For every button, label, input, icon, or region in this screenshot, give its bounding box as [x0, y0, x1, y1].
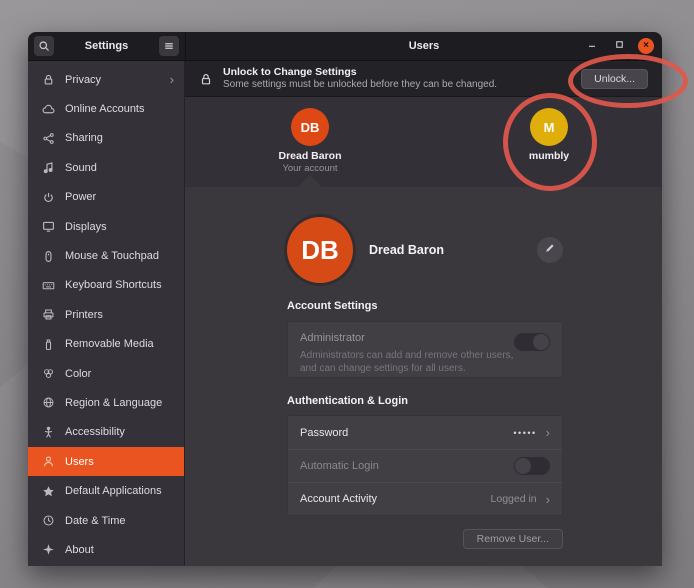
- account-settings-heading: Account Settings: [287, 300, 563, 312]
- user-subtitle: Your account: [268, 163, 352, 174]
- minimize-icon: [586, 37, 598, 55]
- headerbar: Settings Users ×: [28, 32, 662, 61]
- cloud-icon: [41, 102, 55, 116]
- accessibility-icon: [41, 425, 55, 439]
- usb-drive-icon: [41, 337, 55, 351]
- remove-user-button[interactable]: Remove User...: [463, 529, 563, 549]
- settings-window: Settings Users ×: [28, 32, 662, 566]
- user-icon: [41, 455, 55, 469]
- power-icon: [41, 190, 55, 204]
- clock-icon: [41, 514, 55, 528]
- main-header: Users ×: [186, 32, 662, 60]
- sidebar-item-about[interactable]: About: [28, 535, 184, 564]
- sidebar-item-privacy[interactable]: Privacy ›: [28, 65, 184, 94]
- display-icon: [41, 220, 55, 234]
- keyboard-icon: [41, 278, 55, 292]
- sidebar-item-sound[interactable]: Sound: [28, 153, 184, 182]
- sidebar-item-region-language[interactable]: Region & Language: [28, 388, 184, 417]
- account-activity-row[interactable]: Account Activity Logged in ›: [288, 482, 562, 515]
- sidebar-item-removable-media[interactable]: Removable Media: [28, 330, 184, 359]
- sidebar-item-power[interactable]: Power: [28, 183, 184, 212]
- users-panel: Unlock to Change Settings Some settings …: [185, 61, 662, 566]
- sidebar-item-displays[interactable]: Displays: [28, 212, 184, 241]
- auth-card: Password ••••• › Automatic Login Account…: [287, 415, 563, 516]
- account-activity-value: Logged in: [491, 493, 537, 505]
- password-row[interactable]: Password ••••• ›: [288, 416, 562, 449]
- padlock-icon: [199, 72, 213, 86]
- profile-row: DB Dread Baron: [287, 217, 563, 283]
- share-icon: [41, 131, 55, 145]
- sidebar-item-mouse-touchpad[interactable]: Mouse & Touchpad: [28, 241, 184, 270]
- unlock-button[interactable]: Unlock...: [581, 69, 648, 89]
- globe-icon: [41, 396, 55, 410]
- desktop: Settings Users ×: [0, 0, 694, 588]
- avatar-initials: DB: [301, 120, 320, 135]
- user-detail: DB Dread Baron Account Settings Administ…: [185, 187, 662, 566]
- administrator-label: Administrator: [300, 332, 550, 344]
- sidebar-item-online-accounts[interactable]: Online Accounts: [28, 94, 184, 123]
- profile-name: Dread Baron: [369, 243, 537, 257]
- user-name: mumbly: [507, 150, 591, 162]
- sidebar-item-printers[interactable]: Printers: [28, 300, 184, 329]
- unlock-banner-title: Unlock to Change Settings: [223, 66, 497, 79]
- hamburger-icon: [163, 40, 175, 52]
- avatar: M: [530, 108, 568, 146]
- music-note-icon: [41, 161, 55, 175]
- auth-login-heading: Authentication & Login: [287, 395, 563, 407]
- unlock-banner: Unlock to Change Settings Some settings …: [185, 61, 662, 97]
- toggle-knob: [515, 458, 531, 474]
- maximize-icon: [614, 37, 625, 55]
- edit-name-button[interactable]: [537, 237, 563, 263]
- sidebar-item-date-time[interactable]: Date & Time: [28, 506, 184, 535]
- sidebar: Privacy › Online Accounts Sharing Sound: [28, 61, 185, 566]
- avatar: DB: [287, 217, 353, 283]
- search-button[interactable]: [34, 36, 54, 56]
- automatic-login-label: Automatic Login: [300, 460, 514, 472]
- user-name: Dread Baron: [268, 150, 352, 162]
- chevron-right-icon: ›: [546, 426, 550, 439]
- lock-icon: [41, 73, 55, 87]
- star-icon: [41, 484, 55, 498]
- window-controls: ×: [584, 38, 654, 54]
- printer-icon: [41, 308, 55, 322]
- close-icon: ×: [643, 41, 649, 51]
- color-profile-icon: [41, 367, 55, 381]
- menu-button[interactable]: [159, 36, 179, 56]
- maximize-button[interactable]: [611, 38, 627, 54]
- chevron-right-icon: ›: [546, 493, 550, 506]
- avatar: DB: [291, 108, 329, 146]
- mouse-icon: [41, 249, 55, 263]
- administrator-card: Administrator Administrators can add and…: [287, 321, 563, 378]
- chevron-right-icon: ›: [170, 72, 174, 87]
- sidebar-item-keyboard-shortcuts[interactable]: Keyboard Shortcuts: [28, 271, 184, 300]
- sidebar-item-sharing[interactable]: Sharing: [28, 124, 184, 153]
- unlock-banner-text: Unlock to Change Settings Some settings …: [223, 66, 497, 92]
- password-dots: •••••: [513, 428, 536, 438]
- administrator-description: Administrators can add and remove other …: [300, 349, 515, 375]
- sidebar-item-accessibility[interactable]: Accessibility: [28, 418, 184, 447]
- selected-user-caret: [298, 175, 322, 187]
- close-button[interactable]: ×: [638, 38, 654, 54]
- automatic-login-row: Automatic Login: [288, 449, 562, 482]
- window-title-settings: Settings: [54, 40, 159, 52]
- search-icon: [38, 40, 50, 52]
- avatar-initials: M: [544, 120, 555, 135]
- unlock-banner-subtitle: Some settings must be unlocked before th…: [223, 79, 497, 92]
- avatar-initials: DB: [301, 235, 339, 266]
- sidebar-item-color[interactable]: Color: [28, 359, 184, 388]
- administrator-toggle[interactable]: [514, 333, 550, 351]
- sidebar-item-users[interactable]: Users: [28, 447, 184, 476]
- sidebar-header: Settings: [28, 32, 186, 60]
- account-activity-label: Account Activity: [300, 493, 491, 505]
- pencil-icon: [544, 241, 556, 259]
- user-chip-mumbly[interactable]: M mumbly: [507, 108, 591, 162]
- user-chip-dread-baron[interactable]: DB Dread Baron Your account: [268, 108, 352, 174]
- user-picker: DB Dread Baron Your account M mumbly: [185, 97, 662, 187]
- sparkle-icon: [41, 543, 55, 557]
- minimize-button[interactable]: [584, 38, 600, 54]
- toggle-knob: [533, 334, 549, 350]
- automatic-login-toggle[interactable]: [514, 457, 550, 475]
- password-label: Password: [300, 427, 513, 439]
- sidebar-item-default-applications[interactable]: Default Applications: [28, 476, 184, 505]
